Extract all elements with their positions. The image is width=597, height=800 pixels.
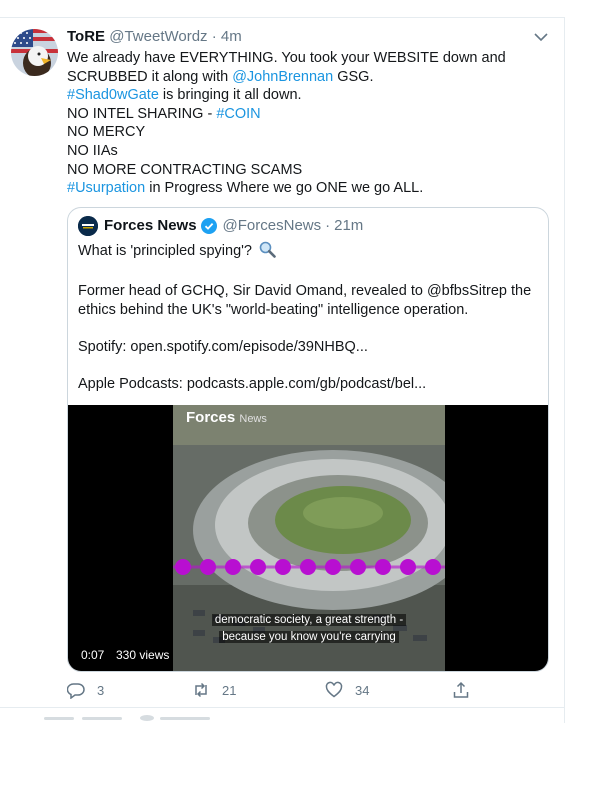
- quoted-author-avatar[interactable]: [78, 216, 98, 236]
- video-frame[interactable]: Forces News democratic society, a great …: [173, 405, 445, 671]
- author-name[interactable]: ToRE: [67, 28, 105, 45]
- quoted-tweet-text: What is 'principled spying'? Former head…: [78, 241, 540, 394]
- quoted-paragraph-line: ethics behind the UK's "world-beating" i…: [78, 302, 469, 318]
- tweet-text-line: #Usurpation in Progress Where we go ONE …: [67, 179, 547, 198]
- faded-content: [160, 717, 210, 720]
- spotify-link[interactable]: Spotify: open.spotify.com/episode/39NHBQ…: [78, 338, 540, 357]
- share-icon: [453, 681, 469, 698]
- hashtag-link[interactable]: #Shad0wGate: [67, 87, 159, 103]
- tweet-actions: 3 21 34: [67, 681, 487, 703]
- tweet-text-line: #Shad0wGate is bringing it all down.: [67, 86, 547, 105]
- quoted-tweet[interactable]: Forces News @ForcesNews · 21m What is 'p…: [67, 207, 549, 672]
- tweet-text-segment: in Progress Where we go ONE we go ALL.: [145, 180, 424, 197]
- tweet-text-segment: is bringing it all down.: [158, 87, 302, 104]
- next-tweet-cutoff: [0, 707, 565, 723]
- quoted-author-handle[interactable]: @ForcesNews: [223, 216, 322, 236]
- quoted-tweet-timestamp[interactable]: 21m: [334, 216, 363, 236]
- tweet-text-segment: NO MORE CONTRACTING SCAMS: [67, 161, 303, 178]
- retweet-count: 21: [222, 682, 237, 698]
- tweet-text-segment: NO INTEL SHARING -: [67, 105, 217, 122]
- video-view-count: 330 views: [116, 648, 170, 662]
- quoted-question: What is 'principled spying'?: [78, 243, 252, 259]
- video-subtitle-line: democratic society, a great strength -: [173, 613, 445, 628]
- mention-link[interactable]: @JohnBrennan: [232, 69, 333, 85]
- reply-count: 3: [97, 682, 105, 698]
- verified-badge-icon: [200, 218, 217, 234]
- tweet-text-segment: SCRUBBED it along with: [67, 68, 233, 85]
- video-timecode: 0:07: [81, 648, 105, 662]
- tweet-text-line: NO IIAs: [67, 142, 547, 161]
- subtitle-text: because you know you're carrying: [219, 631, 399, 643]
- quoted-author-name[interactable]: Forces News: [104, 216, 197, 236]
- subtitle-text: democratic society, a great strength -: [211, 614, 407, 626]
- tweet-header: ToRE @TweetWordz · 4m: [67, 27, 242, 47]
- tweet-text-segment: GSG.: [333, 68, 374, 85]
- hashtag-link[interactable]: #COIN: [216, 106, 260, 122]
- tweet-text-segment: NO MERCY: [67, 124, 146, 141]
- retweet-button[interactable]: 21: [192, 681, 236, 699]
- quoted-question-line: What is 'principled spying'?: [78, 241, 540, 264]
- faded-content: [140, 715, 154, 721]
- quoted-tweet-header: Forces News @ForcesNews · 21m: [78, 216, 363, 236]
- header-separator: ·: [211, 28, 217, 45]
- video-brand-suffix: News: [239, 413, 267, 425]
- video-brand-watermark: Forces News: [186, 409, 267, 426]
- tweet-text: We already have EVERYTHING. You took you…: [67, 49, 547, 198]
- tweet[interactable]: ToRE @TweetWordz · 4m We already have EV…: [0, 17, 565, 707]
- like-button[interactable]: 34: [325, 681, 369, 699]
- apple-podcasts-link[interactable]: Apple Podcasts: podcasts.apple.com/gb/po…: [78, 375, 540, 394]
- magnifier-emoji-icon: [259, 241, 276, 264]
- reply-button[interactable]: 3: [67, 681, 104, 699]
- faded-content: [44, 717, 74, 720]
- tweet-text-line: NO MERCY: [67, 123, 547, 142]
- tweet-text-line: We already have EVERYTHING. You took you…: [67, 49, 547, 68]
- tweet-text-line: SCRUBBED it along with @JohnBrennan GSG.: [67, 68, 547, 87]
- tweet-text-line: NO INTEL SHARING - #COIN: [67, 105, 547, 124]
- author-avatar[interactable]: [11, 29, 58, 76]
- video-subtitle-line: because you know you're carrying: [173, 630, 445, 645]
- hashtag-link[interactable]: #Usurpation: [67, 180, 145, 196]
- quoted-paragraph-line: Former head of GCHQ, Sir David Omand, re…: [78, 283, 532, 299]
- like-count: 34: [355, 682, 370, 698]
- quoted-header-separator: ·: [325, 217, 331, 234]
- chevron-down-icon[interactable]: [532, 28, 550, 46]
- like-icon: [325, 681, 343, 698]
- tweet-text-line: NO MORE CONTRACTING SCAMS: [67, 161, 547, 180]
- retweet-icon: [195, 682, 207, 698]
- tweet-timestamp[interactable]: 4m: [221, 28, 242, 45]
- tweet-text-segment: NO IIAs: [67, 142, 118, 159]
- share-button[interactable]: [452, 681, 482, 699]
- faded-content: [82, 717, 122, 720]
- author-handle[interactable]: @TweetWordz: [109, 28, 207, 45]
- video-player[interactable]: Forces News democratic society, a great …: [68, 405, 548, 671]
- tweet-text-segment: We already have EVERYTHING. You took you…: [67, 50, 506, 66]
- video-brand: Forces: [186, 409, 236, 426]
- reply-icon: [67, 683, 85, 699]
